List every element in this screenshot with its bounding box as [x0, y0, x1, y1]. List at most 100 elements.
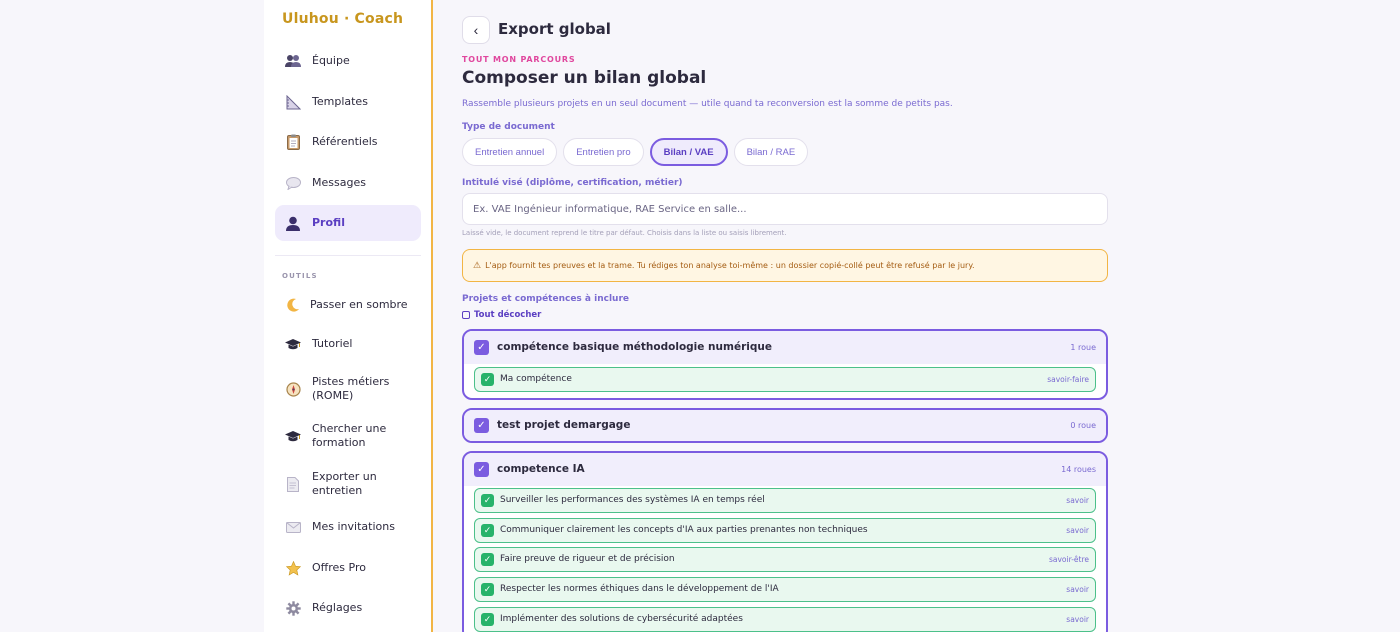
sidebar-item-label: Pistes métiers (ROME) — [312, 375, 390, 402]
team-icon — [285, 53, 301, 69]
gear-icon — [285, 600, 301, 616]
moon-icon — [285, 297, 301, 313]
competence-item[interactable]: ✓ Faire preuve de rigueur et de précisio… — [474, 547, 1096, 572]
title-hint: Laissé vide, le document reprend le titr… — [462, 229, 787, 237]
checkbox-checked-icon[interactable]: ✓ — [481, 524, 494, 537]
competence-item[interactable]: ✓ Implémenter des solutions de cybersécu… — [474, 607, 1096, 632]
section-heading: Composer un bilan global — [462, 68, 707, 88]
sidebar-item-label: Profil — [312, 216, 345, 229]
chip-bilan-rae[interactable]: Bilan / RAE — [733, 138, 809, 166]
user-icon — [285, 215, 301, 231]
ruler-icon — [285, 94, 301, 110]
graduation-cap-icon — [285, 428, 301, 444]
tools-section-title: OUTILS — [282, 272, 318, 280]
sidebar-item-label: Templates — [312, 95, 368, 108]
competence-item[interactable]: ✓ Communiquer clairement les concepts d'… — [474, 518, 1096, 543]
warning-text: L'app fournit tes preuves et la trame. T… — [485, 261, 975, 270]
competence-item[interactable]: ✓ Surveiller les performances des systèm… — [474, 488, 1096, 513]
page-title: Export global — [498, 20, 611, 38]
speech-bubble-icon — [285, 175, 301, 191]
sidebar-item-label: Référentiels — [312, 135, 378, 148]
sidebar-item-messages[interactable]: Messages — [275, 165, 421, 201]
checkbox-checked-icon[interactable]: ✓ — [481, 553, 494, 566]
project-group-header[interactable]: ✓ compétence basique méthodologie numéri… — [464, 331, 1106, 364]
sidebar-item-pistes-metiers[interactable]: Pistes métiers (ROME) — [275, 370, 421, 408]
sidebar-item-offres-pro[interactable]: Offres Pro — [275, 550, 421, 586]
title-field-label: Intitulé visé (diplôme, certification, m… — [462, 178, 683, 188]
competence-label: Communiquer clairement les concepts d'IA… — [500, 525, 868, 535]
competence-type: savoir — [1066, 585, 1089, 594]
checkbox-checked-icon[interactable]: ✓ — [481, 494, 494, 507]
star-icon — [285, 560, 301, 576]
toggle-all-button[interactable]: Tout décocher — [462, 310, 541, 320]
sidebar-item-label: Équipe — [312, 54, 350, 67]
doc-type-chips: Entretien annuel Entretien pro Bilan / V… — [462, 138, 809, 166]
brand-logo[interactable]: Uluhou · Coach — [282, 11, 403, 27]
sidebar-item-exporter-entretien[interactable]: Exporter un entretien — [275, 465, 421, 503]
chip-entretien-annuel[interactable]: Entretien annuel — [462, 138, 558, 166]
eyebrow: TOUT MON PARCOURS — [462, 55, 576, 64]
checkbox-checked-icon[interactable]: ✓ — [474, 462, 489, 477]
project-group: ✓ test projet demargage 0 roue — [462, 408, 1108, 443]
checkbox-empty-icon — [462, 311, 470, 319]
competence-item[interactable]: ✓ Ma compétence savoir-faire — [474, 367, 1096, 392]
sidebar-divider — [275, 255, 421, 256]
sidebar-item-tutoriel[interactable]: Tutoriel — [275, 326, 421, 362]
document-icon — [285, 476, 301, 492]
warning-banner: ⚠ L'app fournit tes preuves et la trame.… — [462, 249, 1108, 282]
sidebar-item-chercher-formation[interactable]: Chercher une formation — [275, 417, 421, 455]
sidebar-item-label: Mes invitations — [312, 520, 395, 533]
project-title: test projet demargage — [497, 419, 631, 431]
competence-type: savoir — [1066, 526, 1089, 535]
checkbox-checked-icon[interactable]: ✓ — [481, 373, 494, 386]
project-group-header[interactable]: ✓ test projet demargage 0 roue — [464, 410, 1106, 441]
compass-icon — [285, 381, 301, 397]
checkbox-checked-icon[interactable]: ✓ — [474, 418, 489, 433]
checkbox-checked-icon[interactable]: ✓ — [481, 583, 494, 596]
envelope-icon — [285, 519, 301, 535]
sidebar-item-profil[interactable]: Profil — [275, 205, 421, 241]
sidebar-item-templates[interactable]: Templates — [275, 84, 421, 120]
sidebar-item-dark-mode[interactable]: Passer en sombre — [275, 287, 421, 323]
doc-type-label: Type de document — [462, 122, 555, 132]
include-label: Projets et compétences à inclure — [462, 294, 629, 304]
section-subtitle: Rassemble plusieurs projets en un seul d… — [462, 99, 953, 109]
project-title: competence IA — [497, 463, 585, 475]
warning-icon: ⚠ — [473, 260, 482, 271]
competence-label: Ma compétence — [500, 374, 572, 384]
graduation-cap-icon — [285, 336, 301, 352]
project-count: 0 roue — [1070, 421, 1096, 430]
sidebar-item-equipe[interactable]: Équipe — [275, 43, 421, 79]
sidebar-item-reglages[interactable]: Réglages — [275, 590, 421, 626]
sidebar-item-label: Messages — [312, 176, 366, 189]
sidebar: Uluhou · Coach Équipe Templates Référent… — [264, 0, 433, 632]
competence-type: savoir — [1066, 496, 1089, 505]
competence-type: savoir-faire — [1047, 375, 1089, 384]
competence-type: savoir — [1066, 615, 1089, 624]
sidebar-item-label: Offres Pro — [312, 561, 366, 574]
competence-label: Implémenter des solutions de cybersécuri… — [500, 614, 743, 624]
project-count: 14 roues — [1061, 465, 1096, 474]
competence-item[interactable]: ✓ Respecter les normes éthiques dans le … — [474, 577, 1096, 602]
clipboard-icon — [285, 134, 301, 150]
sidebar-item-invitations[interactable]: Mes invitations — [275, 509, 421, 545]
project-group: ✓ compétence basique méthodologie numéri… — [462, 329, 1108, 400]
project-title: compétence basique méthodologie numériqu… — [497, 341, 772, 353]
checkbox-checked-icon[interactable]: ✓ — [474, 340, 489, 355]
project-group: ✓ competence IA 14 roues ✓ Surveiller le… — [462, 451, 1108, 632]
competence-label: Respecter les normes éthiques dans le dé… — [500, 584, 779, 594]
project-group-header[interactable]: ✓ competence IA 14 roues — [464, 453, 1106, 486]
title-input[interactable] — [462, 193, 1108, 225]
project-count: 1 roue — [1070, 343, 1096, 352]
toggle-all-label: Tout décocher — [474, 310, 542, 320]
back-button[interactable]: ‹ — [462, 16, 490, 44]
chip-entretien-pro[interactable]: Entretien pro — [563, 138, 644, 166]
checkbox-checked-icon[interactable]: ✓ — [481, 613, 494, 626]
sidebar-item-label: Passer en sombre — [310, 298, 408, 311]
sidebar-item-referentiels[interactable]: Référentiels — [275, 124, 421, 160]
competence-label: Surveiller les performances des systèmes… — [500, 495, 765, 505]
competence-label: Faire preuve de rigueur et de précision — [500, 554, 675, 564]
chip-bilan-vae[interactable]: Bilan / VAE — [649, 138, 728, 166]
competence-type: savoir-être — [1048, 555, 1089, 564]
sidebar-item-label: Tutoriel — [312, 337, 353, 350]
